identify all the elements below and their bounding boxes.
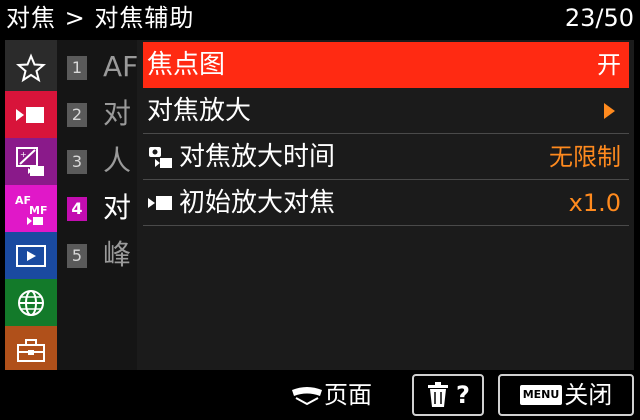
star-icon (16, 52, 46, 82)
sidebar-item-playback[interactable] (5, 232, 57, 279)
page-button[interactable]: 页面 (290, 374, 372, 416)
sub-tab-label: 对 (103, 191, 132, 224)
close-label: 关闭 (564, 381, 613, 409)
sub-tab-list: 1 AF 2 对 3 人 4 对 5 峰 (57, 40, 137, 370)
delete-help-button[interactable]: ? (412, 374, 484, 416)
sub-tab-3[interactable]: 3 人 (57, 138, 137, 185)
playback-icon (16, 244, 46, 267)
trash-icon (428, 382, 449, 407)
sub-tab-label: 人 (103, 144, 132, 177)
menu-item-label: 对焦放大 (147, 96, 252, 126)
network-globe-icon (18, 289, 44, 316)
breadcrumb: 对焦 > 对焦辅助 (6, 4, 195, 32)
menu-item-focus-map[interactable]: 焦点图 开 (143, 42, 629, 88)
sub-tab-number: 5 (67, 244, 87, 268)
svg-text:+: + (20, 150, 27, 159)
sub-tab-label: 对 (103, 97, 132, 130)
sub-tab-label: 峰 (103, 238, 132, 271)
sidebar-item-favorites[interactable] (5, 44, 57, 91)
sub-tab-number: 3 (67, 150, 87, 174)
menu-item-label-group: 对焦放大时间 (147, 140, 335, 174)
sub-tab-number: 1 (67, 56, 87, 80)
sub-tab-5[interactable]: 5 峰 (57, 232, 137, 279)
menu-close-button[interactable]: MENU 关闭 (498, 374, 634, 416)
menu-item-value: 开 (597, 51, 621, 79)
sub-tab-number: 4 (67, 197, 87, 221)
menu-item-focus-magnifier[interactable]: 对焦放大 (143, 88, 629, 134)
page-indicator: 23/50 (564, 4, 634, 32)
page-button-label: 页面 (324, 381, 372, 409)
control-wheel-icon (292, 387, 322, 406)
menu-item-label: 初始放大对焦 (179, 188, 336, 218)
menu-item-label: 对焦放大时间 (179, 142, 336, 172)
menu-item-label: 焦点图 (147, 50, 226, 80)
menu-item-value: 无限制 (549, 143, 621, 171)
menu-panel: 焦点图 开 对焦放大 对焦放大时间 无限制 初始放大对焦 x1.0 (137, 40, 634, 370)
header-bar: 对焦 > 对焦辅助 23/50 (0, 0, 640, 36)
menu-item-label-group: 初始放大对焦 (147, 186, 335, 220)
sidebar-item-focus[interactable]: AF MF (5, 185, 57, 232)
category-sidebar: + AF MF (5, 40, 57, 373)
svg-text:MF: MF (29, 204, 47, 217)
menu-item-initial-magnification[interactable]: 初始放大对焦 x1.0 (143, 180, 629, 226)
photo-movie-icon (149, 147, 172, 168)
sub-tab-label: AF (103, 50, 137, 83)
sidebar-item-network[interactable] (5, 279, 57, 326)
exposure-icon: + (16, 146, 44, 176)
help-label: ? (456, 381, 470, 409)
sidebar-item-setup[interactable] (5, 326, 57, 373)
sub-tab-2[interactable]: 2 对 (57, 91, 137, 138)
toolbox-icon (17, 338, 45, 362)
bottom-bar: 页面 ? MENU 关闭 (0, 370, 640, 420)
movie-camera-icon (16, 106, 44, 123)
sidebar-item-shooting[interactable] (5, 91, 57, 138)
sidebar-item-exposure[interactable]: + (5, 138, 57, 185)
menu-key-icon: MENU (519, 385, 563, 405)
sub-tab-4[interactable]: 4 对 (57, 185, 137, 232)
af-mf-icon: AF MF (15, 194, 47, 225)
menu-item-value: x1.0 (568, 189, 621, 217)
movie-icon (148, 196, 172, 210)
menu-item-magnification-time[interactable]: 对焦放大时间 无限制 (143, 134, 629, 180)
sub-tab-1[interactable]: 1 AF (57, 44, 137, 91)
chevron-right-icon (604, 103, 615, 119)
sub-tab-number: 2 (67, 103, 87, 127)
